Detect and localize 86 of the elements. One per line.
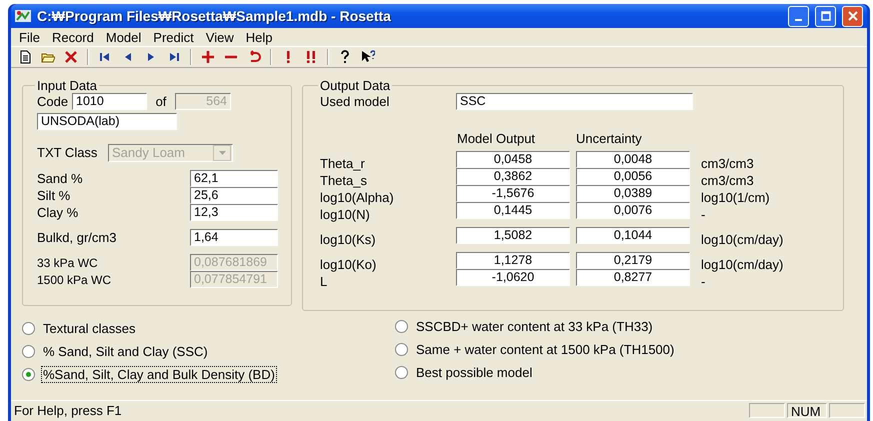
radio-dot-icon — [26, 372, 31, 376]
column-header: Uncertainty — [576, 131, 643, 146]
menu-item[interactable]: Model — [100, 30, 148, 44]
value-field: 0,077854791 — [190, 271, 278, 288]
output-value-field: 0,1445 — [456, 202, 570, 219]
output-value-field: 1,5082 — [456, 227, 570, 244]
uncertainty-field: 0,0076 — [576, 202, 690, 219]
first-record-icon — [98, 50, 112, 64]
menu-item[interactable]: Record — [46, 30, 100, 44]
radio-option[interactable]: % Sand, Silt and Clay (SSC) — [22, 342, 395, 360]
context-help-icon — [361, 50, 375, 64]
window-title: C:₩Program Files₩Rosetta₩Sample1.mdb - Rosetta — [37, 8, 392, 24]
app-icon — [15, 9, 31, 23]
uncertainty-field: 0,0056 — [576, 168, 690, 185]
maximize-button[interactable] — [815, 6, 836, 26]
field-label: 1500 kPa WC — [37, 272, 112, 286]
uncertainty-field: 0,0389 — [576, 185, 690, 202]
last-record-icon — [167, 50, 181, 64]
value-field: 0,087681869 — [190, 254, 278, 271]
output-value-field: 1,1278 — [456, 252, 570, 269]
field-label: Code — [37, 94, 70, 109]
menu-item[interactable]: Help — [240, 30, 278, 44]
minimize-icon — [795, 19, 802, 21]
value-field[interactable]: 62,1 — [190, 170, 278, 187]
field-label: 33 kPa WC — [37, 256, 99, 270]
field-label: of — [154, 94, 168, 109]
dropdown-arrow-icon — [218, 150, 226, 154]
source-field[interactable]: UNSODA(lab) — [37, 113, 177, 130]
delete-icon — [64, 50, 78, 64]
new-document-icon — [18, 50, 32, 64]
group-title: Output Data — [319, 78, 392, 93]
menu-item[interactable]: View — [200, 30, 240, 44]
maximize-icon — [820, 11, 830, 21]
menu-item[interactable]: File — [13, 30, 46, 44]
column-header: Model Output — [457, 131, 536, 146]
status-text: For Help, press F1 — [14, 403, 123, 418]
total-field: 564 — [175, 93, 231, 110]
unit-label: log10(cm/day) — [701, 257, 784, 272]
close-button[interactable] — [842, 6, 863, 26]
uncertainty-field: 0,0048 — [576, 151, 690, 168]
uncertainty-field: 0,1044 — [576, 227, 690, 244]
help-icon — [338, 50, 352, 64]
value-field[interactable]: 1,64 — [190, 229, 278, 246]
parameter-label: L — [320, 274, 328, 289]
unit-label: log10(1/cm) — [701, 190, 771, 205]
unit-label: cm3/cm3 — [701, 156, 755, 171]
unit-label: - — [701, 274, 706, 289]
radio-option[interactable]: Best possible model — [395, 363, 775, 381]
unit-label: - — [701, 207, 706, 222]
field-label: Clay % — [37, 205, 80, 220]
uncertainty-field: 0,2179 — [576, 252, 690, 269]
used-model-field: SSC — [456, 93, 693, 110]
status-panel — [829, 403, 865, 418]
add-icon — [201, 50, 215, 64]
parameter-label: log10(Ko) — [320, 257, 378, 272]
radio-option[interactable]: Textural classes — [22, 319, 395, 337]
value-field[interactable]: 25,6 — [190, 187, 278, 204]
output-value-field: -1,5676 — [456, 185, 570, 202]
field-label: Used model — [320, 94, 390, 109]
field-label: TXT Class — [37, 145, 98, 160]
unit-label: cm3/cm3 — [701, 173, 755, 188]
parameter-label: log10(N) — [320, 207, 371, 222]
parameter-label: Theta_r — [320, 156, 366, 171]
output-value-field: -1,0620 — [456, 269, 570, 286]
radio-option[interactable]: %Sand, Silt, Clay and Bulk Density (BD) — [22, 365, 395, 383]
value-field[interactable]: 12,3 — [190, 204, 278, 221]
close-icon — [848, 11, 858, 21]
parameter-label: log10(Ks) — [320, 232, 377, 247]
parameter-label: log10(Alpha) — [320, 190, 395, 205]
group-title: Input Data — [36, 78, 98, 93]
double-exclamation-icon — [304, 50, 318, 64]
radio-option[interactable]: Same + water content at 1500 kPa (TH1500) — [395, 340, 775, 358]
unit-label: log10(cm/day) — [701, 232, 784, 247]
status-panel — [749, 403, 785, 418]
menu-item[interactable]: Predict — [147, 30, 200, 44]
field-label: Silt % — [37, 188, 72, 203]
output-value-field: 0,0458 — [456, 151, 570, 168]
uncertainty-field: 0,8277 — [576, 269, 690, 286]
field-label: Bulkd, gr/cm3 — [37, 230, 118, 245]
code-field[interactable]: 1010 — [72, 93, 147, 110]
field-label: Sand % — [37, 171, 84, 186]
status-panel: NUM — [787, 403, 827, 418]
output-value-field: 0,3862 — [456, 168, 570, 185]
parameter-label: Theta_s — [320, 173, 368, 188]
minimize-button[interactable] — [788, 6, 809, 26]
radio-option[interactable]: SSCBD+ water content at 33 kPa (TH33) — [395, 317, 775, 335]
